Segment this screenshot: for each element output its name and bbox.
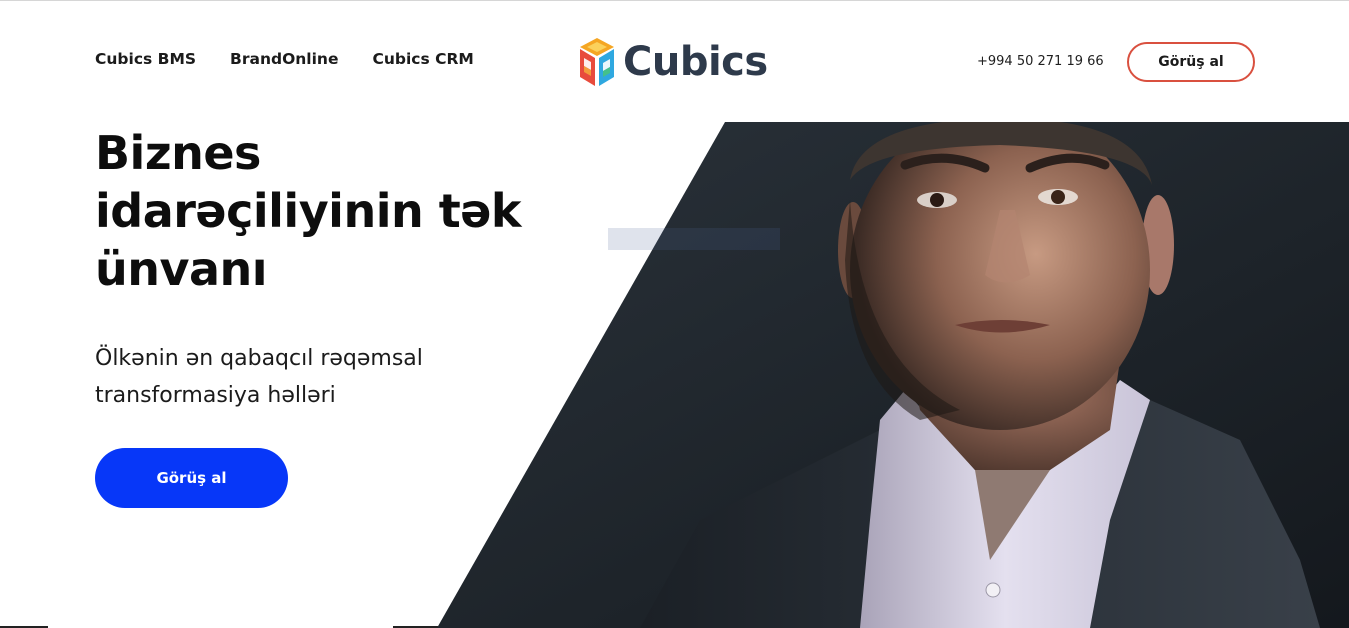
- cubics-logo-icon: [580, 38, 614, 86]
- nav-link-cubics-crm[interactable]: Cubics CRM: [372, 50, 473, 68]
- cubics-logo[interactable]: Cubics: [577, 36, 768, 88]
- nav-link-cubics-bms[interactable]: Cubics BMS: [95, 50, 196, 68]
- phone-number-link[interactable]: +994 50 271 19 66: [977, 54, 1104, 69]
- header-schedule-meeting-button[interactable]: Görüş al: [1127, 42, 1255, 82]
- hero-portrait-image: [437, 122, 1349, 628]
- hero-title: Biznes idarəçiliyinin tək ünvanı: [95, 126, 522, 296]
- hero-subtitle: Ölkənin ən qabaqcıl rəqəmsal transformas…: [95, 346, 423, 408]
- logo-wordmark: Cubics: [623, 39, 768, 85]
- nav-link-brandonline[interactable]: BrandOnline: [230, 50, 338, 68]
- hero-schedule-meeting-button[interactable]: Görüş al: [95, 448, 288, 508]
- top-navigation: Cubics BMS BrandOnline Cubics CRM: [95, 50, 474, 68]
- hidden-caption-overlay: [608, 228, 780, 250]
